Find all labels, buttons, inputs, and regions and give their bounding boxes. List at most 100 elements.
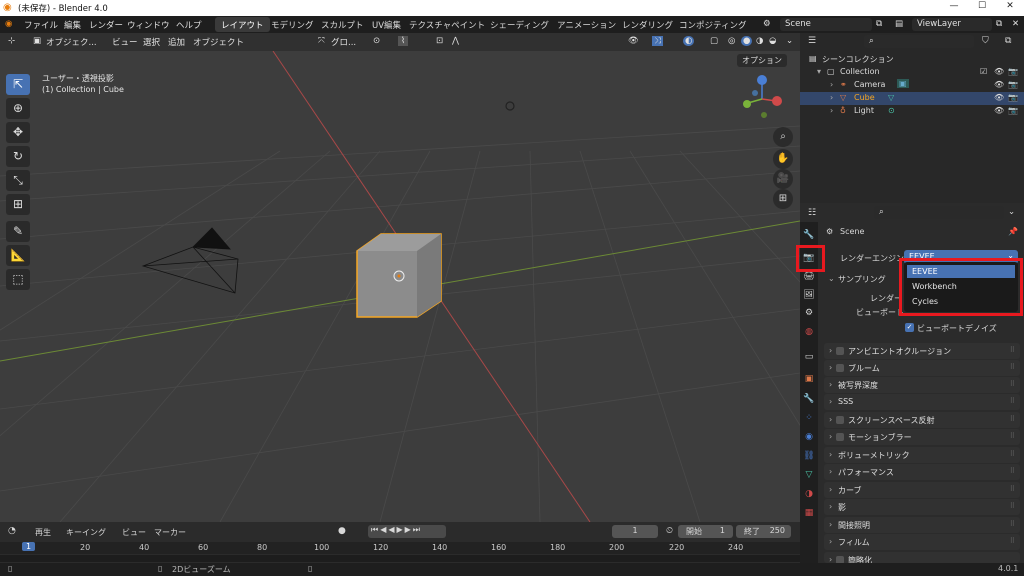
- start-frame-field[interactable]: 開始 1: [678, 525, 733, 538]
- panel-checkbox[interactable]: [836, 347, 844, 355]
- material-tab-icon[interactable]: ◑: [802, 487, 816, 501]
- panel-shadows[interactable]: › 影 ⠿: [824, 499, 1020, 515]
- transform-tool-button[interactable]: ⊞: [6, 194, 30, 215]
- denoise-checkbox[interactable]: ✓: [905, 323, 914, 332]
- menu-select[interactable]: 選択: [143, 36, 160, 48]
- panel-checkbox[interactable]: [836, 364, 844, 372]
- eye-icon[interactable]: 👁: [994, 106, 1004, 115]
- navigation-gizmo[interactable]: [738, 73, 786, 123]
- camera-view-icon[interactable]: 🎥: [773, 169, 793, 189]
- world-tab-icon[interactable]: ◍: [802, 325, 816, 339]
- drag-grip-icon[interactable]: ⠿: [1010, 363, 1015, 371]
- drag-grip-icon[interactable]: ⠿: [1010, 380, 1015, 388]
- physics-tab-icon[interactable]: ◉: [802, 430, 816, 444]
- drag-grip-icon[interactable]: ⠿: [1010, 502, 1015, 510]
- minimize-button[interactable]: —: [940, 1, 968, 11]
- menu-object[interactable]: オブジェクト: [193, 36, 244, 48]
- tab-rendering[interactable]: レンダリング: [616, 17, 679, 32]
- drag-grip-icon[interactable]: ⠿: [1010, 537, 1015, 545]
- camera-data-icon[interactable]: ▣: [897, 79, 909, 88]
- sampling-expand-icon[interactable]: ⌄: [828, 274, 835, 283]
- eye-icon[interactable]: 👁: [994, 93, 1004, 102]
- panel-performance[interactable]: › パフォーマンス ⠿: [824, 464, 1020, 480]
- pan-hand-icon[interactable]: ✋: [773, 149, 793, 169]
- tab-compositing[interactable]: コンポジティング: [673, 17, 753, 32]
- pin-icon[interactable]: 📌: [1008, 227, 1018, 236]
- end-frame-field[interactable]: 終了 250: [736, 525, 791, 538]
- panel-depth-of-field[interactable]: › 被写界深度 ⠿: [824, 377, 1020, 393]
- mode-selector[interactable]: オブジェク...: [46, 36, 97, 48]
- filter-icon[interactable]: ⛉: [982, 36, 989, 46]
- menu-window[interactable]: ウィンドウ: [127, 19, 170, 31]
- menu-view[interactable]: ビュー: [112, 36, 138, 48]
- panel-bloom[interactable]: › ブルーム ⠿: [824, 360, 1020, 376]
- modifier-tab-icon[interactable]: 🔧: [802, 392, 816, 406]
- scale-tool-button[interactable]: ⤡: [6, 170, 30, 191]
- transform-orientation-selector[interactable]: グロ...: [331, 36, 356, 48]
- tab-texture-paint[interactable]: テクスチャペイント: [403, 17, 491, 32]
- 3d-viewport[interactable]: ⇱ ⊕ ✥ ↻ ⤡ ⊞ ✎ 📐 ⬚ ユーザー・透視投影 (1) Collecti…: [0, 51, 800, 522]
- options-dropdown[interactable]: オプション: [737, 54, 787, 67]
- panel-film[interactable]: › フィルム ⠿: [824, 534, 1020, 550]
- rendered-shading-icon[interactable]: ◒: [769, 36, 776, 46]
- outliner-collection[interactable]: ▾ ▢ Collection ☑ 👁 📷: [800, 66, 1024, 79]
- measure-tool-button[interactable]: 📐: [6, 245, 30, 266]
- drag-grip-icon[interactable]: ⠿: [1010, 485, 1015, 493]
- outliner-search-input[interactable]: ⌕: [864, 35, 974, 48]
- copy-scene-icon[interactable]: ⧉: [876, 19, 882, 29]
- scene-tab-icon[interactable]: ⚙: [802, 306, 816, 320]
- visibility-icon[interactable]: 👁: [628, 36, 639, 46]
- panel-motion-blur[interactable]: › モーションブラー ⠿: [824, 429, 1020, 445]
- panel-checkbox[interactable]: [836, 433, 844, 441]
- camera-restrict-icon[interactable]: 📷: [1008, 80, 1018, 89]
- properties-editor-icon[interactable]: ☷: [808, 208, 816, 218]
- drag-grip-icon[interactable]: ⠿: [1010, 415, 1015, 423]
- eye-icon[interactable]: 👁: [994, 80, 1004, 89]
- drag-grip-icon[interactable]: ⠿: [1010, 346, 1015, 354]
- menu-help[interactable]: ヘルプ: [176, 19, 202, 31]
- playback-controls[interactable]: ⏮◀◀▶▶⏭: [368, 525, 446, 538]
- panel-volumetrics[interactable]: › ボリューメトリック ⠿: [824, 447, 1020, 463]
- expand-icon[interactable]: ›: [830, 93, 833, 102]
- timeline-menu-marker[interactable]: マーカー: [154, 527, 186, 538]
- close-button[interactable]: ✕: [996, 1, 1024, 11]
- texture-tab-icon[interactable]: ▦: [802, 506, 816, 520]
- drag-grip-icon[interactable]: ⠿: [1010, 450, 1015, 458]
- light-data-icon[interactable]: ⊙: [888, 106, 895, 115]
- gizmo-icon[interactable]: ⤨: [652, 36, 663, 46]
- playhead-frame[interactable]: 1: [22, 542, 36, 551]
- editor-type-icon[interactable]: ⊹: [8, 36, 15, 46]
- menu-edit[interactable]: 編集: [64, 19, 81, 31]
- scene-selector[interactable]: Scene: [780, 18, 872, 31]
- rotate-tool-button[interactable]: ↻: [6, 146, 30, 167]
- mesh-data-icon[interactable]: ▽: [888, 93, 894, 102]
- tab-uv-edit[interactable]: UV編集: [366, 17, 407, 32]
- menu-file[interactable]: ファイル: [24, 19, 58, 31]
- camera-restrict-icon[interactable]: 📷: [1008, 106, 1018, 115]
- properties-options-icon[interactable]: ⌄: [1008, 207, 1015, 217]
- timeline-editor-icon[interactable]: ◔: [8, 526, 16, 536]
- panel-indirect-lighting[interactable]: › 間接照明 ⠿: [824, 517, 1020, 533]
- drag-grip-icon[interactable]: ⠿: [1010, 432, 1015, 440]
- properties-search-input[interactable]: ⌕: [874, 206, 1004, 219]
- annotate-tool-button[interactable]: ✎: [6, 221, 30, 242]
- menu-render[interactable]: レンダー: [89, 19, 123, 31]
- drag-grip-icon[interactable]: ⠿: [1010, 520, 1015, 528]
- camera-restrict-icon[interactable]: 📷: [1008, 93, 1018, 102]
- panel-checkbox[interactable]: [836, 556, 844, 563]
- tab-sculpt[interactable]: スカルプト: [315, 17, 370, 32]
- timeline-menu-keying[interactable]: キーイング: [66, 527, 106, 538]
- falloff-icon[interactable]: ⋀: [452, 36, 459, 46]
- remove-view-layer-icon[interactable]: ✕: [1012, 19, 1019, 29]
- data-tab-icon[interactable]: ▽: [802, 468, 816, 482]
- expand-icon[interactable]: ›: [830, 80, 833, 89]
- timeline-scrollbar[interactable]: [0, 555, 800, 562]
- constraints-tab-icon[interactable]: ⛓: [802, 449, 816, 463]
- copy-view-layer-icon[interactable]: ⧉: [996, 19, 1002, 29]
- move-tool-button[interactable]: ✥: [6, 122, 30, 143]
- blender-menu-icon[interactable]: ◉: [5, 19, 12, 29]
- camera-restrict-icon[interactable]: 📷: [1008, 67, 1018, 76]
- panel-curves[interactable]: › カーブ ⠿: [824, 482, 1020, 498]
- tab-modeling[interactable]: モデリング: [265, 17, 320, 32]
- object-tab-icon[interactable]: ▣: [802, 372, 816, 386]
